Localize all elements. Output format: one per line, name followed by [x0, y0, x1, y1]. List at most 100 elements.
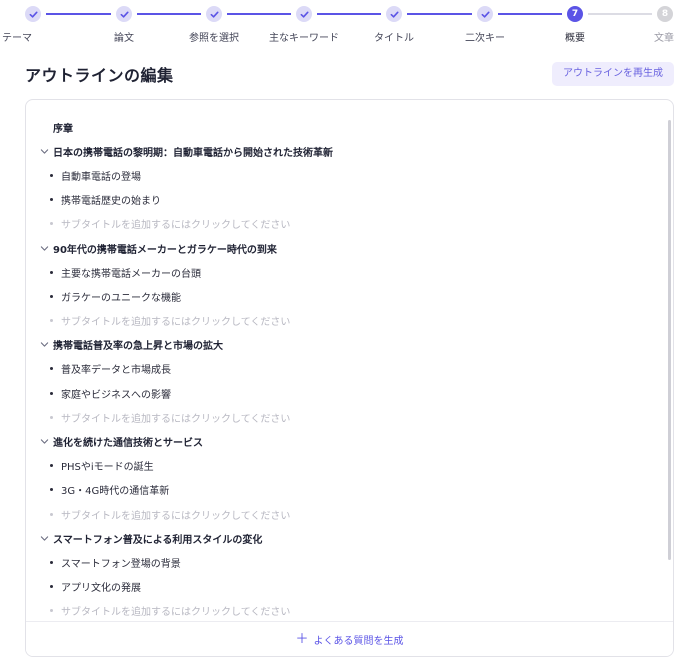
- chapter-title: 携帯電話普及率の急上昇と市場の拡大: [53, 341, 223, 353]
- subtitle-text: ガラケーのユニークな機能: [61, 292, 181, 304]
- subtitle-item[interactable]: 普及率データと市場成長: [26, 357, 673, 381]
- subtitle-item[interactable]: スマートフォン登場の背景: [26, 550, 673, 574]
- chevron-down-icon[interactable]: [40, 437, 49, 446]
- outline-scroll-area: 序章日本の携帯電話の黎明期：自動車電話から開始された技術革新自動車電話の登場携帯…: [26, 100, 673, 622]
- step-connector: [227, 13, 291, 15]
- bullet-dot: [50, 319, 53, 323]
- check-icon: [481, 11, 490, 18]
- subtitle-item[interactable]: 家庭やビジネスへの影響: [26, 381, 673, 405]
- placeholder-text: サブタイトルを追加するにはクリックしてください: [61, 317, 291, 329]
- subtitle-text: 自動車電話の登場: [61, 171, 141, 183]
- subtitle-item[interactable]: 3G・4G時代の通信革新: [26, 478, 673, 502]
- chevron-down-icon[interactable]: [40, 147, 49, 156]
- placeholder-text: サブタイトルを追加するにはクリックしてください: [61, 220, 291, 232]
- scrollbar[interactable]: [668, 120, 671, 560]
- step-connector: [317, 13, 381, 15]
- placeholder-text: サブタイトルを追加するにはクリックしてください: [61, 607, 291, 619]
- step-done-circle[interactable]: [116, 6, 132, 22]
- subtitle-text: アプリ文化の発展: [61, 583, 141, 595]
- bullet-dot: [50, 415, 53, 419]
- bullet-dot: [50, 222, 53, 226]
- add-subtitle-placeholder[interactable]: サブタイトルを追加するにはクリックしてください: [26, 502, 673, 526]
- subtitle-item[interactable]: 主要な携帯電話メーカーの台頭: [26, 260, 673, 284]
- step-label[interactable]: タイトル: [374, 29, 414, 44]
- step-done-circle[interactable]: [25, 6, 41, 22]
- chapter-heading[interactable]: 90年代の携帯電話メーカーとガラケー時代の到来: [26, 236, 673, 260]
- bullet-dot: [50, 367, 53, 371]
- step-number: 7: [571, 8, 579, 19]
- plus-icon: ＋: [295, 631, 309, 647]
- bullet-dot: [50, 464, 53, 468]
- check-icon: [29, 11, 38, 18]
- step-label[interactable]: 主なキーワード: [269, 29, 339, 44]
- subtitle-text: 3G・4G時代の通信革新: [61, 486, 170, 498]
- check-icon: [390, 11, 399, 18]
- step-label[interactable]: 参照を選択: [189, 29, 239, 44]
- step-done-circle[interactable]: [206, 6, 222, 22]
- step-label[interactable]: 二次キー: [465, 29, 505, 44]
- chapter-title: 90年代の携帯電話メーカーとガラケー時代の到来: [53, 244, 277, 256]
- step-connector: [407, 13, 472, 15]
- bullet-dot: [50, 512, 53, 516]
- add-subtitle-placeholder[interactable]: サブタイトルを追加するにはクリックしてください: [26, 599, 673, 622]
- outline-panel: 序章日本の携帯電話の黎明期：自動車電話から開始された技術革新自動車電話の登場携帯…: [25, 99, 674, 657]
- bullet-dot: [50, 609, 53, 613]
- progress-stepper: テーマ 論文 参照を選択 主なキーワード タイトル 二次キー 7 概要 8 文章: [0, 0, 700, 46]
- step-connector: [46, 13, 111, 15]
- bullet-dot: [50, 488, 53, 492]
- bullet-dot: [50, 173, 53, 177]
- subtitle-item[interactable]: アプリ文化の発展: [26, 575, 673, 599]
- generate-faq-button[interactable]: ＋ よくある質問を生成: [289, 631, 409, 648]
- step-done-circle[interactable]: [477, 6, 493, 22]
- chapter-title: 日本の携帯電話の黎明期：自動車電話から開始された技術革新: [53, 147, 333, 159]
- subtitle-text: 主要な携帯電話メーカーの台頭: [61, 268, 201, 280]
- chevron-down-icon[interactable]: [40, 534, 49, 543]
- subtitle-text: スマートフォン登場の背景: [61, 558, 181, 570]
- step-connector: [588, 13, 652, 15]
- step-done-circle[interactable]: [386, 6, 402, 22]
- subtitle-text: 携帯電話歴史の始まり: [61, 196, 161, 208]
- step-done-circle[interactable]: [296, 6, 312, 22]
- preface-item[interactable]: 序章: [26, 115, 673, 139]
- step-label[interactable]: 論文: [114, 29, 134, 44]
- bullet-dot: [50, 560, 53, 564]
- chevron-down-icon[interactable]: [40, 340, 49, 349]
- bullet-dot: [50, 270, 53, 274]
- step-connector: [137, 13, 201, 15]
- subtitle-item[interactable]: PHSやiモードの誕生: [26, 454, 673, 478]
- bullet-dot: [50, 391, 53, 395]
- chapter-title: 進化を続けた通信技術とサービス: [53, 438, 203, 450]
- subtitle-text: PHSやiモードの誕生: [61, 462, 154, 474]
- chapter-heading[interactable]: 日本の携帯電話の黎明期：自動車電話から開始された技術革新: [26, 139, 673, 163]
- step-label[interactable]: 概要: [565, 29, 585, 44]
- step-label[interactable]: テーマ: [2, 29, 32, 44]
- chapter-heading[interactable]: 携帯電話普及率の急上昇と市場の拡大: [26, 333, 673, 357]
- chapter-heading[interactable]: スマートフォン普及による利用スタイルの変化: [26, 526, 673, 550]
- regenerate-outline-button[interactable]: アウトラインを再生成: [552, 62, 674, 86]
- chapter-heading[interactable]: 進化を続けた通信技術とサービス: [26, 429, 673, 453]
- step-label[interactable]: 文章: [654, 29, 674, 44]
- subtitle-item[interactable]: 自動車電話の登場: [26, 163, 673, 187]
- chapter-title: スマートフォン普及による利用スタイルの変化: [53, 534, 263, 546]
- subtitle-text: 普及率データと市場成長: [61, 365, 171, 377]
- check-icon: [120, 11, 129, 18]
- check-icon: [210, 11, 219, 18]
- placeholder-text: サブタイトルを追加するにはクリックしてください: [61, 510, 291, 522]
- outline-footer: ＋ よくある質問を生成: [26, 621, 673, 656]
- add-subtitle-placeholder[interactable]: サブタイトルを追加するにはクリックしてください: [26, 405, 673, 429]
- subtitle-text: 家庭やビジネスへの影響: [61, 389, 171, 401]
- placeholder-text: サブタイトルを追加するにはクリックしてください: [61, 413, 291, 425]
- step-pending-circle[interactable]: 8: [657, 6, 673, 22]
- page-title: アウトラインの編集: [25, 66, 174, 85]
- step-current-circle[interactable]: 7: [567, 6, 583, 22]
- chevron-down-icon[interactable]: [40, 244, 49, 253]
- step-number: 8: [661, 8, 669, 19]
- add-subtitle-placeholder[interactable]: サブタイトルを追加するにはクリックしてください: [26, 212, 673, 236]
- generate-faq-label: よくある質問を生成: [313, 635, 404, 647]
- add-subtitle-placeholder[interactable]: サブタイトルを追加するにはクリックしてください: [26, 309, 673, 333]
- check-icon: [300, 11, 309, 18]
- bullet-dot: [50, 294, 53, 298]
- subtitle-item[interactable]: ガラケーのユニークな機能: [26, 284, 673, 308]
- subtitle-item[interactable]: 携帯電話歴史の始まり: [26, 188, 673, 212]
- bullet-dot: [50, 198, 53, 202]
